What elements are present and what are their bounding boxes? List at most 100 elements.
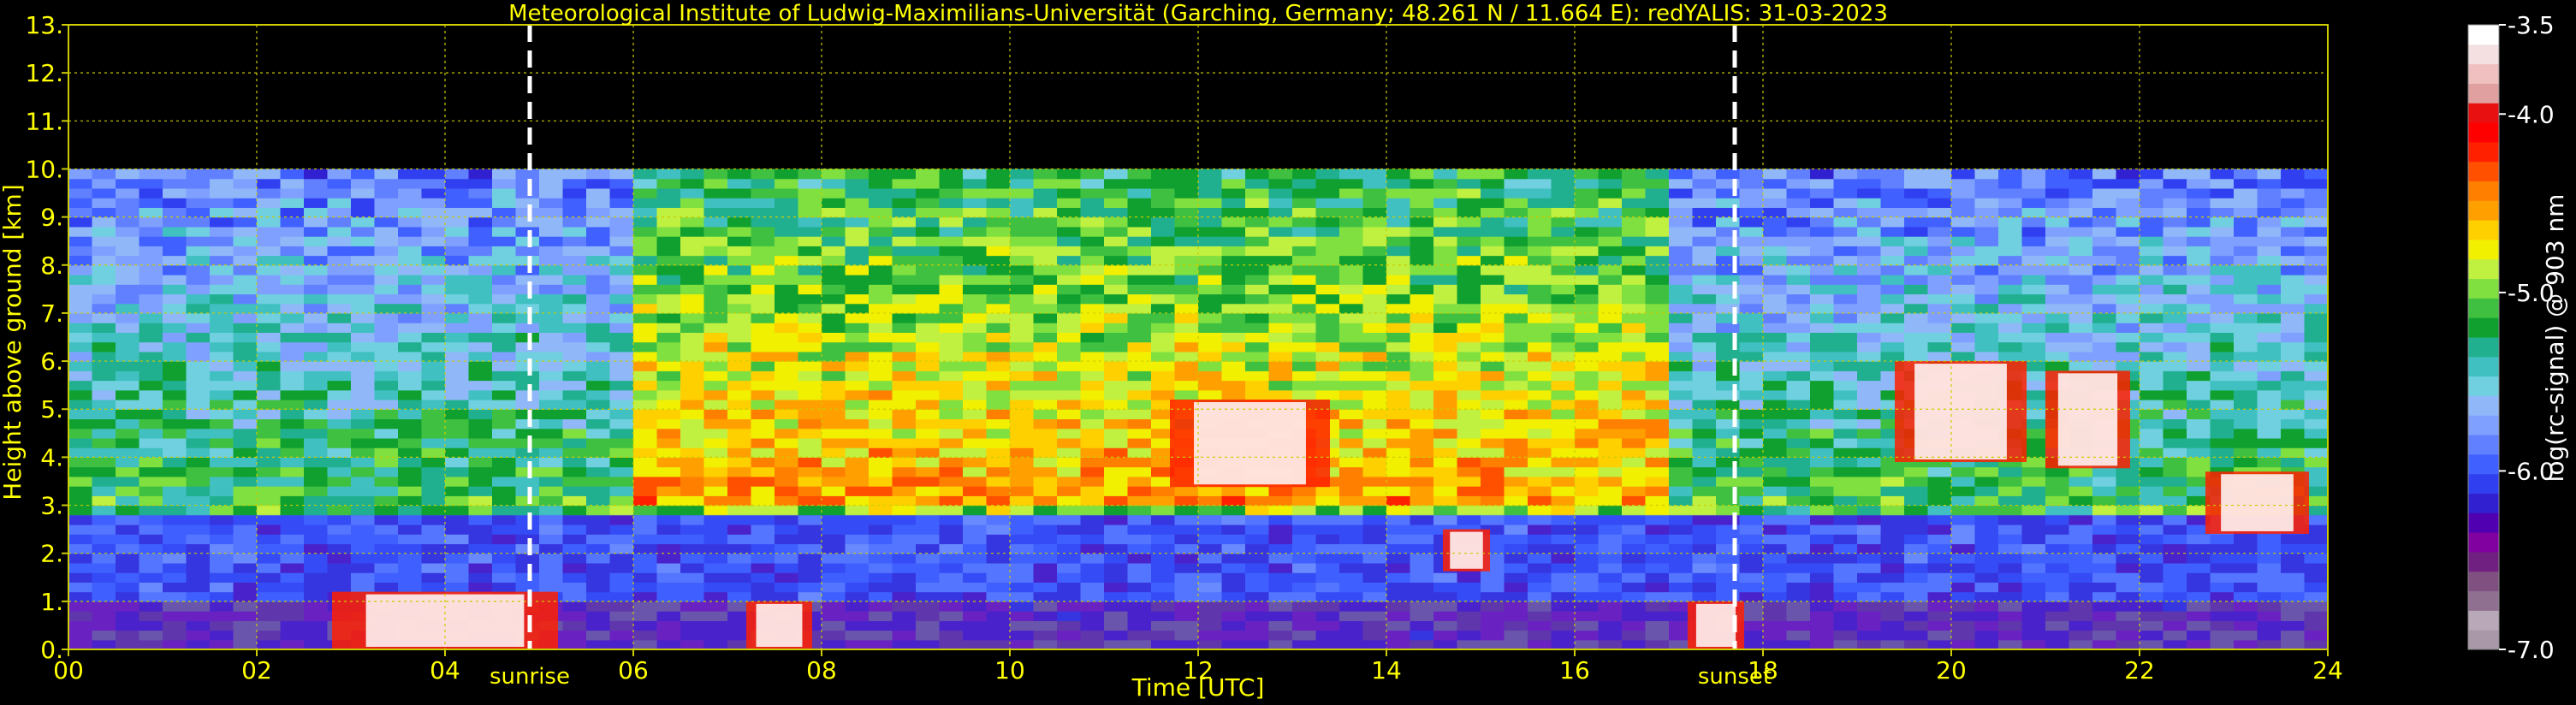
heatmap-cell [2140, 428, 2164, 439]
heatmap-cell [163, 495, 187, 507]
heatmap-cell [822, 303, 846, 314]
heatmap-cell [1692, 332, 1717, 343]
heatmap-cell [1127, 447, 1152, 458]
heatmap-cell [304, 370, 329, 382]
heatmap-cell [1669, 169, 1694, 180]
heatmap-cell [775, 341, 799, 352]
heatmap-cell [1904, 486, 1929, 496]
heatmap-cell [1927, 495, 1952, 507]
heatmap-cell [869, 341, 893, 352]
heatmap-cell [916, 275, 941, 285]
heatmap-cell [2116, 476, 2140, 487]
heatmap-cell [1575, 293, 1600, 305]
heatmap-cell [1339, 226, 1364, 237]
heatmap-cell [1151, 264, 1176, 275]
heatmap-cell [351, 370, 376, 382]
heatmap-cell [1951, 486, 1976, 496]
heatmap-cell [2092, 226, 2117, 237]
heatmap-cell [398, 361, 423, 371]
heatmap-cell [492, 284, 517, 295]
heatmap-cell [351, 495, 376, 507]
heatmap-cell [421, 264, 446, 275]
heatmap-cell [327, 389, 352, 400]
heatmap-cell [374, 495, 399, 507]
heatmap-cell [1151, 370, 1176, 382]
heatmap-cell [1857, 236, 1882, 246]
heatmap-cell [892, 264, 917, 275]
heatmap-cell [680, 303, 705, 314]
heatmap-cell [656, 486, 681, 496]
heatmap-cell [1010, 178, 1035, 189]
heatmap-cell [210, 466, 234, 477]
heatmap-cell [1786, 389, 1811, 400]
heatmap-cell [68, 293, 93, 305]
heatmap-cell [1315, 351, 1340, 362]
heatmap-cell [2187, 293, 2211, 305]
heatmap-cell [1221, 312, 1246, 323]
heatmap-cell [1669, 370, 1694, 382]
heatmap-cell [1151, 178, 1176, 189]
heatmap-cell [398, 236, 423, 246]
heatmap-cell [1598, 255, 1623, 266]
heatmap-cell [939, 207, 964, 218]
heatmap-cell [1692, 236, 1717, 246]
heatmap-cell [2304, 428, 2329, 439]
heatmap-cell [2045, 187, 2070, 198]
heatmap-cell [2234, 389, 2258, 400]
heatmap-cell [398, 332, 423, 343]
heatmap-cell [1386, 323, 1411, 333]
heatmap-cell [468, 216, 493, 228]
heatmap-cell [327, 341, 352, 352]
heatmap-cell [257, 207, 282, 218]
heatmap-cell [562, 178, 587, 189]
heatmap-cell [1080, 169, 1105, 180]
heatmap-cell [916, 332, 941, 343]
heatmap-cell [468, 187, 493, 198]
heatmap-cell [2069, 207, 2093, 218]
heatmap-cell [751, 476, 775, 487]
heatmap-cell [1292, 361, 1317, 371]
heatmap-cell [445, 400, 470, 410]
heatmap-cell [1622, 361, 1647, 371]
heatmap-cell [2187, 351, 2211, 362]
heatmap-cell [1457, 418, 1481, 430]
heatmap-cell [845, 293, 870, 305]
heatmap-cell [1033, 466, 1058, 477]
heatmap-cell [1481, 246, 1505, 257]
heatmap-cell [186, 312, 211, 323]
heatmap-cell [1174, 495, 1199, 507]
heatmap-cell [445, 370, 470, 382]
heatmap-cell [1481, 361, 1505, 371]
heatmap-cell [822, 332, 846, 343]
heatmap-cell [2092, 303, 2117, 314]
heatmap-cell [68, 312, 93, 323]
heatmap-cell [68, 380, 93, 391]
heatmap-cell [1410, 389, 1434, 400]
heatmap-cell [633, 169, 658, 180]
heatmap-cell [2234, 236, 2258, 246]
heatmap-cell [1057, 169, 1082, 180]
heatmap-cell [1080, 380, 1105, 391]
heatmap-cell [2116, 505, 2140, 516]
heatmap-cell [869, 400, 893, 410]
heatmap-cell [680, 486, 705, 496]
heatmap-cell [633, 389, 658, 400]
heatmap-cell [2116, 284, 2140, 295]
heatmap-cell [1010, 207, 1035, 218]
heatmap-cell [233, 303, 258, 314]
heatmap-cell [633, 332, 658, 343]
heatmap-cell [1528, 495, 1552, 507]
heatmap-cell [1504, 466, 1528, 477]
heatmap-cell [727, 418, 752, 430]
heatmap-cell [2069, 486, 2093, 496]
heatmap-cell [916, 323, 941, 333]
heatmap-cell [2234, 255, 2258, 266]
heatmap-cell [233, 495, 258, 507]
heatmap-cell [1174, 226, 1199, 237]
heatmap-cell [1692, 246, 1717, 257]
heatmap-cell [280, 409, 305, 420]
heatmap-cell [1104, 284, 1129, 295]
heatmap-cell [656, 198, 681, 208]
heatmap-cell [351, 505, 376, 516]
heatmap-cell [1551, 409, 1576, 420]
